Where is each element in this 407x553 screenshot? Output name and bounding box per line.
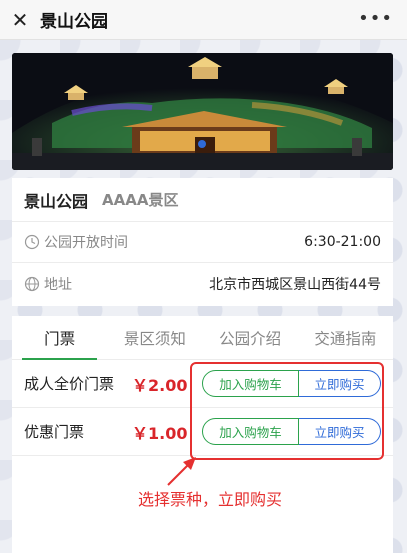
ticket-row-discount: 优惠门票 ￥1.00 加入购物车 立即购买: [12, 408, 393, 456]
buy-now-button[interactable]: 立即购买: [299, 418, 381, 445]
tab-tickets[interactable]: 门票: [12, 316, 107, 360]
close-icon[interactable]: ✕: [0, 0, 40, 40]
night-park-illustration: [12, 53, 393, 170]
park-name: 景山公园: [24, 191, 89, 211]
more-icon[interactable]: •••: [358, 8, 393, 29]
ticket-name: 成人全价门票: [24, 375, 115, 393]
annotation-arrow-icon: [167, 457, 196, 486]
section-tabs: 门票 景区须知 公园介绍 交通指南: [12, 316, 393, 360]
hours-value: 6:30-21:00: [304, 234, 381, 250]
address-row[interactable]: 地址 北京市西城区景山西街44号: [12, 263, 393, 304]
address-value: 北京市西城区景山西街44号: [209, 276, 381, 293]
ticket-row-adult: 成人全价门票 ￥2.00 加入购物车 立即购买: [12, 360, 393, 408]
tab-introduction[interactable]: 公园介绍: [203, 316, 298, 359]
clock-icon: [24, 234, 40, 250]
park-info-card: 景山公园 AAAA景区 公园开放时间 6:30-21:00 地址 北京市西城区景…: [12, 178, 393, 306]
page-title: 景山公园: [40, 12, 108, 32]
ticket-actions: 加入购物车 立即购买: [202, 370, 381, 397]
carousel-indicator[interactable]: [198, 140, 206, 148]
tab-transport[interactable]: 交通指南: [298, 316, 393, 359]
add-to-cart-button[interactable]: 加入购物车: [202, 370, 299, 397]
ticket-actions: 加入购物车 立即购买: [202, 418, 381, 445]
buy-now-button[interactable]: 立即购买: [299, 370, 381, 397]
add-to-cart-button[interactable]: 加入购物车: [202, 418, 299, 445]
ticket-price: ￥2.00: [132, 375, 188, 395]
tab-notice[interactable]: 景区须知: [107, 316, 202, 359]
address-label: 地址: [44, 276, 72, 293]
hours-label: 公园开放时间: [44, 235, 128, 251]
ticket-name: 优惠门票: [24, 423, 85, 441]
ticket-price: ￥1.00: [132, 423, 188, 443]
globe-icon: [24, 276, 40, 291]
park-level: AAAA景区: [102, 191, 179, 209]
title-bar: ✕ 景山公园 •••: [0, 0, 407, 40]
annotation-text: 选择票种，立即购买: [138, 490, 283, 509]
park-title-row: 景山公园 AAAA景区: [12, 178, 393, 222]
park-banner-image[interactable]: [12, 53, 393, 170]
tickets-card: 门票 景区须知 公园介绍 交通指南 成人全价门票 ￥2.00 加入购物车 立即购…: [12, 316, 393, 553]
opening-hours-row: 公园开放时间 6:30-21:00: [12, 222, 393, 263]
